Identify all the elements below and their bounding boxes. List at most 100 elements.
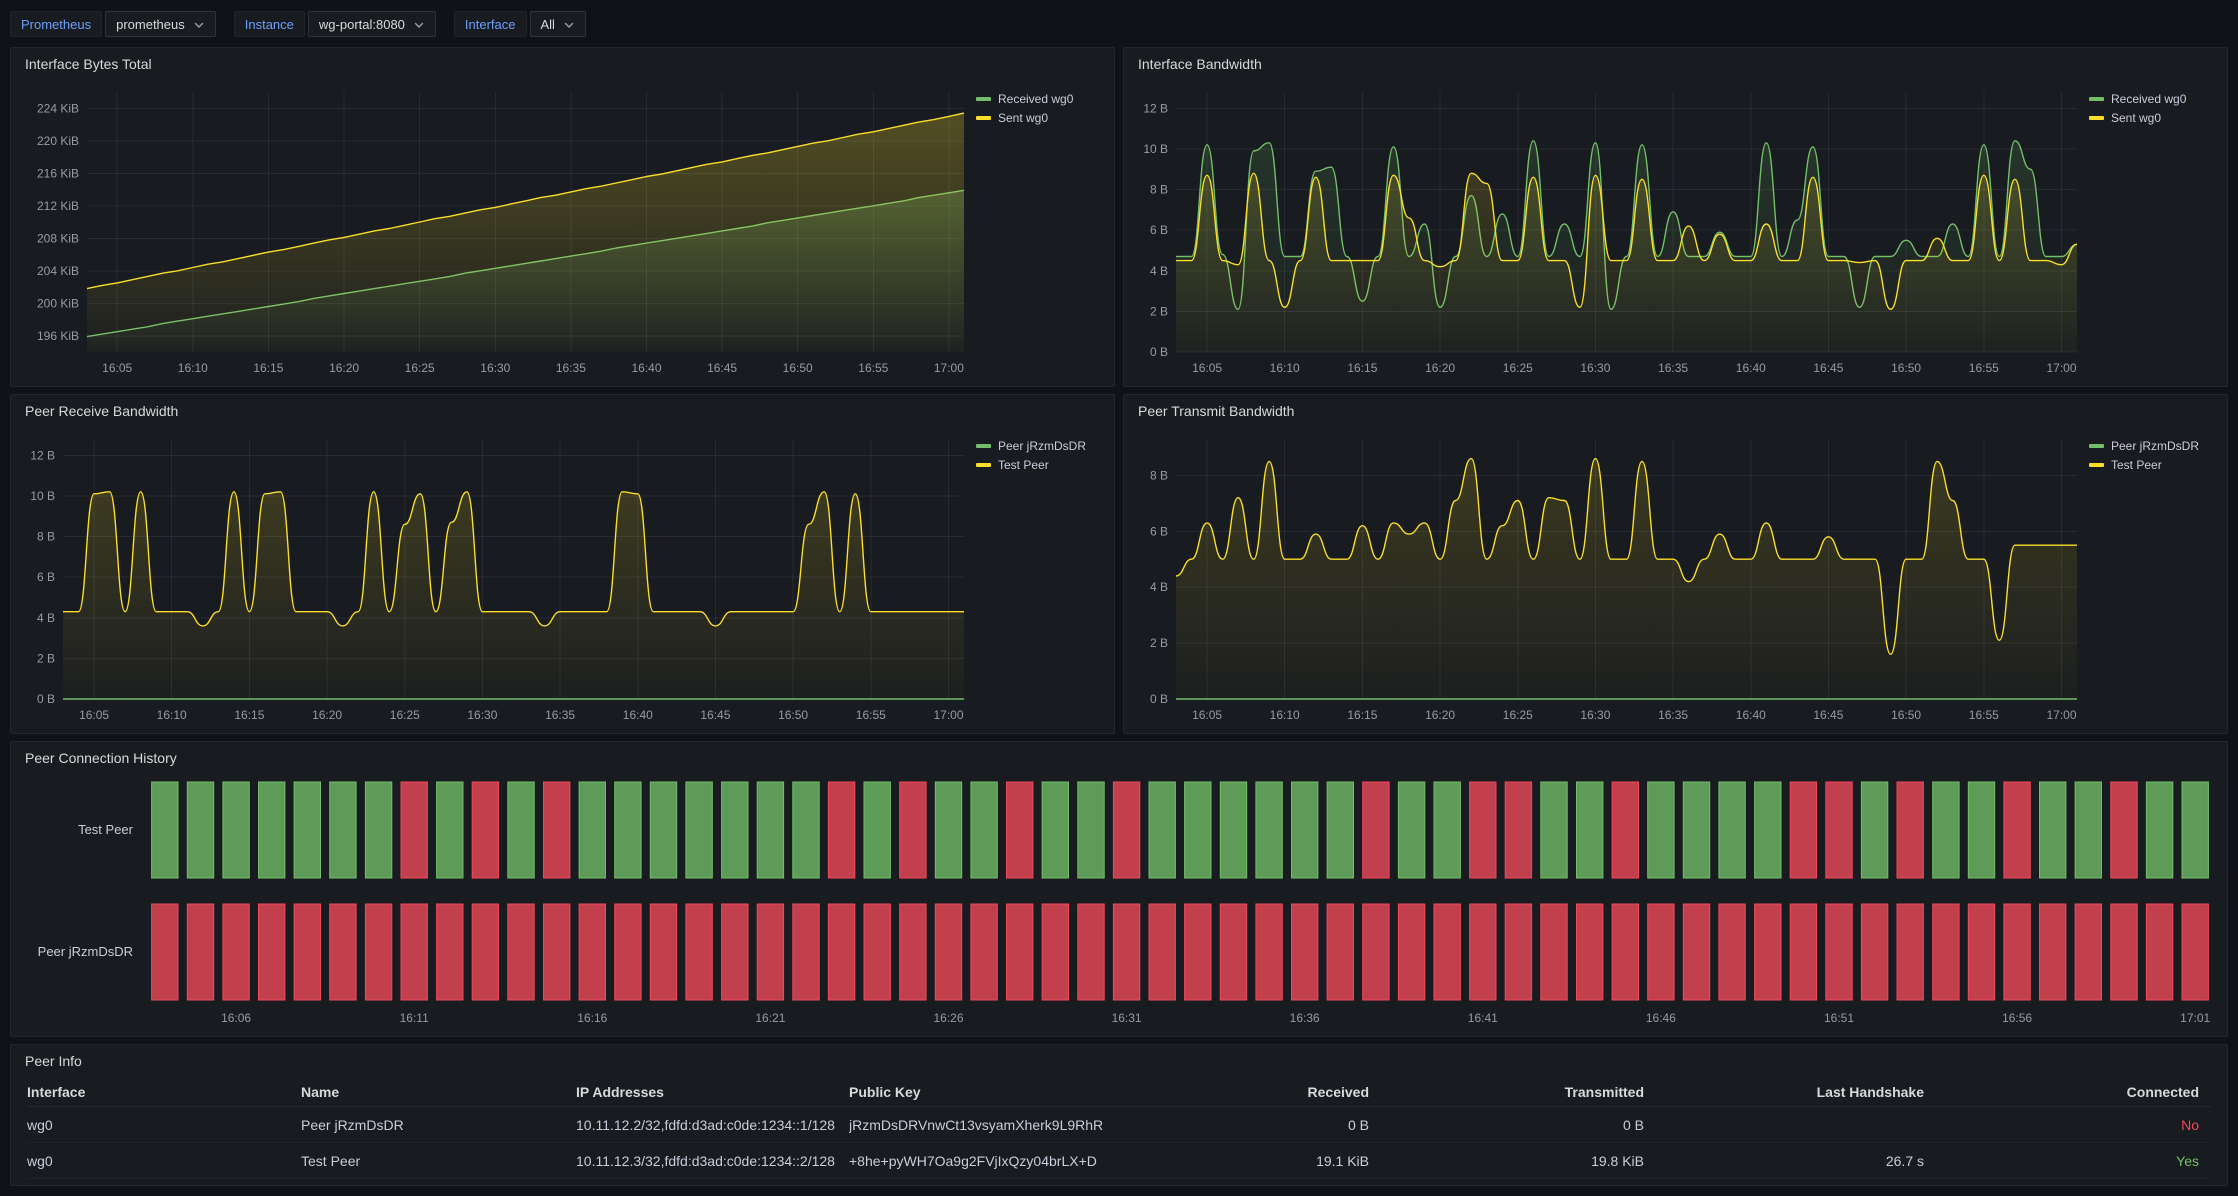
timeline-state-bar[interactable] [1968, 782, 1994, 878]
timeline-state-bar[interactable] [152, 904, 178, 1000]
timeline-state-bar[interactable] [544, 782, 570, 878]
peer-history-timeline[interactable]: Test PeerPeer jRzmDsDR16:0616:1116:1616:… [17, 774, 2221, 1030]
timeline-state-bar[interactable] [1683, 782, 1709, 878]
timeline-state-bar[interactable] [615, 782, 641, 878]
timeline-state-bar[interactable] [187, 782, 213, 878]
timeline-state-bar[interactable] [1541, 782, 1567, 878]
timeline-state-bar[interactable] [935, 904, 961, 1000]
timeline-state-bar[interactable] [1968, 904, 1994, 1000]
timeline-state-bar[interactable] [864, 782, 890, 878]
timeline-state-bar[interactable] [1470, 782, 1496, 878]
timeline-state-bar[interactable] [2075, 782, 2101, 878]
column-header-interface[interactable]: Interface [27, 1084, 301, 1100]
timeline-state-bar[interactable] [544, 904, 570, 1000]
timeline-state-bar[interactable] [579, 904, 605, 1000]
timeline-state-bar[interactable] [2146, 782, 2172, 878]
legend-item-test-peer[interactable]: Test Peer [976, 458, 1108, 472]
timeline-state-bar[interactable] [294, 904, 320, 1000]
timeline-state-bar[interactable] [365, 782, 391, 878]
timeline-state-bar[interactable] [1790, 782, 1816, 878]
datasource-var-label[interactable]: Prometheus [10, 11, 102, 37]
timeline-state-bar[interactable] [330, 782, 356, 878]
timeline-state-bar[interactable] [1292, 782, 1318, 878]
timeline-state-bar[interactable] [900, 782, 926, 878]
timeline-state-bar[interactable] [2004, 904, 2030, 1000]
column-header-connected[interactable]: Connected [1936, 1084, 2211, 1100]
legend-item-peer-jrzmdsdr[interactable]: Peer jRzmDsDR [2089, 439, 2221, 453]
timeline-state-bar[interactable] [1897, 782, 1923, 878]
interface-var-dropdown[interactable]: All [530, 11, 586, 37]
timeline-state-bar[interactable] [1470, 904, 1496, 1000]
timeline-state-bar[interactable] [757, 782, 783, 878]
timeline-state-bar[interactable] [1042, 904, 1068, 1000]
timeline-state-bar[interactable] [472, 904, 498, 1000]
timeline-state-bar[interactable] [187, 904, 213, 1000]
timeline-state-bar[interactable] [1790, 904, 1816, 1000]
timeline-state-bar[interactable] [1933, 904, 1959, 1000]
legend-item-test-peer[interactable]: Test Peer [2089, 458, 2221, 472]
timeline-state-bar[interactable] [1434, 782, 1460, 878]
interface-var-label[interactable]: Interface [454, 11, 527, 37]
timeline-state-bar[interactable] [1683, 904, 1709, 1000]
timeline-state-bar[interactable] [1113, 782, 1139, 878]
column-header-public-key[interactable]: Public Key [849, 1084, 1121, 1100]
timeline-state-bar[interactable] [2182, 782, 2208, 878]
timeline-state-bar[interactable] [1042, 782, 1068, 878]
timeline-state-bar[interactable] [1612, 782, 1638, 878]
panel-title[interactable]: Peer Transmit Bandwidth [1124, 395, 2227, 427]
legend-item-received-wg0[interactable]: Received wg0 [2089, 92, 2221, 106]
timeline-state-bar[interactable] [2075, 904, 2101, 1000]
instance-var-dropdown[interactable]: wg-portal:8080 [308, 11, 436, 37]
timeline-state-bar[interactable] [686, 782, 712, 878]
timeline-state-bar[interactable] [1220, 782, 1246, 878]
timeline-state-bar[interactable] [1861, 782, 1887, 878]
column-header-transmitted[interactable]: Transmitted [1381, 1084, 1656, 1100]
timeline-state-bar[interactable] [1933, 782, 1959, 878]
timeline-state-bar[interactable] [1256, 782, 1282, 878]
timeline-state-bar[interactable] [864, 904, 890, 1000]
timeline-state-bar[interactable] [1185, 904, 1211, 1000]
timeline-state-bar[interactable] [1363, 782, 1389, 878]
timeline-state-bar[interactable] [2040, 782, 2066, 878]
timeline-state-bar[interactable] [259, 904, 285, 1000]
timeline-state-bar[interactable] [508, 782, 534, 878]
timeline-state-bar[interactable] [935, 782, 961, 878]
timeline-state-bar[interactable] [1648, 904, 1674, 1000]
timeline-state-bar[interactable] [686, 904, 712, 1000]
instance-var-label[interactable]: Instance [234, 11, 305, 37]
timeline-state-bar[interactable] [757, 904, 783, 1000]
timeline-state-bar[interactable] [2111, 904, 2137, 1000]
timeline-state-bar[interactable] [1861, 904, 1887, 1000]
timeline-state-bar[interactable] [615, 904, 641, 1000]
timeline-state-bar[interactable] [1113, 904, 1139, 1000]
peer-transmit-chart[interactable]: 0 B2 B4 B6 B8 B16:0516:1016:1516:2016:25… [1130, 427, 2089, 727]
timeline-state-bar[interactable] [1363, 904, 1389, 1000]
timeline-state-bar[interactable] [1755, 782, 1781, 878]
timeline-state-bar[interactable] [1292, 904, 1318, 1000]
timeline-state-bar[interactable] [1612, 904, 1638, 1000]
timeline-state-bar[interactable] [1505, 782, 1531, 878]
timeline-state-bar[interactable] [722, 782, 748, 878]
timeline-state-bar[interactable] [2040, 904, 2066, 1000]
panel-title[interactable]: Peer Receive Bandwidth [11, 395, 1114, 427]
timeline-state-bar[interactable] [1149, 782, 1175, 878]
timeline-state-bar[interactable] [294, 782, 320, 878]
timeline-state-bar[interactable] [579, 782, 605, 878]
timeline-state-bar[interactable] [971, 904, 997, 1000]
timeline-state-bar[interactable] [1826, 782, 1852, 878]
timeline-state-bar[interactable] [793, 904, 819, 1000]
timeline-state-bar[interactable] [437, 782, 463, 878]
timeline-state-bar[interactable] [1185, 782, 1211, 878]
timeline-state-bar[interactable] [2182, 904, 2208, 1000]
timeline-state-bar[interactable] [152, 782, 178, 878]
timeline-state-bar[interactable] [508, 904, 534, 1000]
timeline-state-bar[interactable] [1719, 904, 1745, 1000]
timeline-state-bar[interactable] [223, 904, 249, 1000]
timeline-state-bar[interactable] [1007, 904, 1033, 1000]
column-header-last-handshake[interactable]: Last Handshake [1656, 1084, 1936, 1100]
timeline-state-bar[interactable] [1327, 782, 1353, 878]
timeline-state-bar[interactable] [2111, 782, 2137, 878]
legend-item-sent-wg0[interactable]: Sent wg0 [976, 111, 1108, 125]
timeline-state-bar[interactable] [1434, 904, 1460, 1000]
timeline-state-bar[interactable] [1719, 782, 1745, 878]
